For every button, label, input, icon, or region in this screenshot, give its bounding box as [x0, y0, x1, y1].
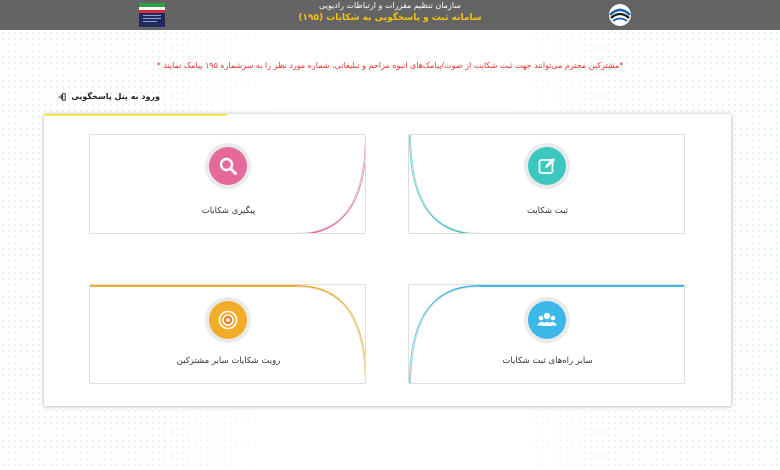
login-panel-link[interactable]: ورود به پنل پاسخگویی: [40, 92, 160, 101]
card-register-complaint[interactable]: ثبت شکایت: [408, 134, 685, 234]
accent-line: [44, 114, 227, 116]
card-view-other-complaints[interactable]: رویت شکایات سایر مشترکین: [89, 284, 366, 384]
track-icon-bg: [209, 147, 247, 185]
sms-notice: *مشترکین محترم می‌توانند جهت ثبت شکایت ا…: [156, 61, 624, 70]
org-name: سازمان تنظیم مقررات و ارتباطات رادیویی: [319, 1, 461, 10]
search-icon: [219, 157, 237, 175]
users-icon: [537, 312, 557, 326]
track-complaints-label: پیگیری شکایات: [201, 206, 256, 216]
target-icon: [218, 310, 238, 330]
other-channels-label: سایر راه‌های ثبت شکایات: [502, 356, 593, 366]
system-name: سامانه ثبت و پاسخگویی به شکایات (۱۹۵): [298, 13, 482, 23]
cra-logo-icon[interactable]: [602, 1, 638, 29]
register-icon-ring: [524, 143, 570, 189]
login-label: ورود به پنل پاسخگویی: [71, 92, 160, 101]
card-other-channels[interactable]: سایر راه‌های ثبت شکایات: [408, 284, 685, 384]
edit-icon: [538, 158, 555, 174]
sign-in-icon: [58, 92, 66, 101]
header-bar: سازمان تنظیم مقررات و ارتباطات رادیویی س…: [0, 0, 780, 30]
services-panel: ثبت شکایت پیگیری شکایات: [44, 114, 731, 406]
register-icon-bg: [528, 147, 566, 185]
track-icon-ring: [205, 143, 251, 189]
other-channels-icon-bg: [528, 301, 566, 339]
register-complaint-label: ثبت شکایت: [526, 206, 569, 216]
view-complaints-label: رویت شکایات سایر مشترکین: [176, 356, 281, 366]
card-track-complaints[interactable]: پیگیری شکایات: [89, 134, 366, 234]
view-complaints-icon-ring: [205, 297, 251, 343]
view-complaints-icon-bg: [209, 301, 247, 339]
other-channels-icon-ring: [524, 297, 570, 343]
